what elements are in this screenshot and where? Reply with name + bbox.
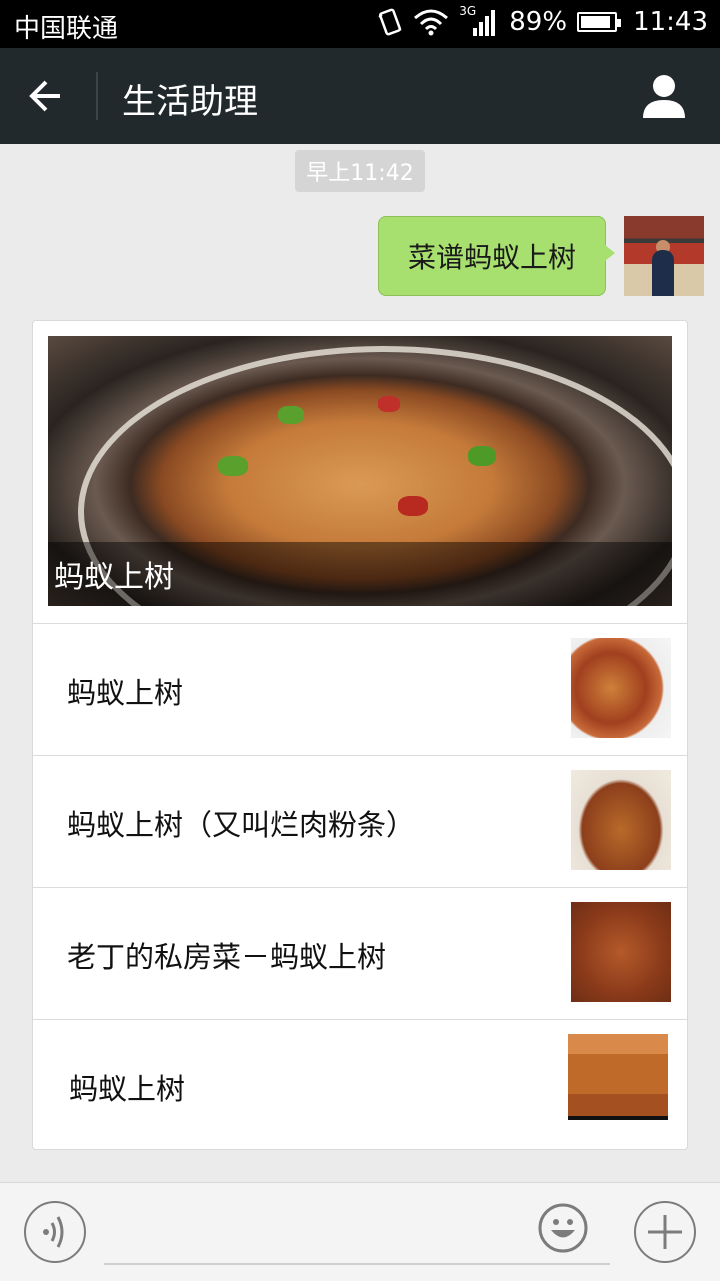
- input-bar: [0, 1182, 720, 1281]
- list-item[interactable]: 老丁的私房菜－蚂蚁上树: [33, 887, 687, 1019]
- recipe-hero-image[interactable]: 蚂蚁上树: [48, 336, 672, 606]
- signal-icon: 3G: [459, 4, 499, 38]
- sent-message-bubble[interactable]: 菜谱蚂蚁上树: [378, 216, 615, 296]
- list-item[interactable]: 蚂蚁上树: [33, 1019, 687, 1151]
- more-button[interactable]: [634, 1201, 696, 1263]
- arrow-left-icon: [29, 80, 60, 112]
- status-icons: 3G 89% 11:43: [377, 4, 708, 38]
- list-item-title: 蚂蚁上树: [69, 1072, 186, 1106]
- header-divider: [96, 72, 98, 120]
- garnish: [278, 406, 304, 424]
- garnish: [398, 496, 428, 516]
- voice-icon: [43, 1216, 64, 1248]
- page-title: 生活助理: [122, 82, 258, 122]
- back-button[interactable]: [24, 76, 72, 116]
- recipe-card: 蚂蚁上树 蚂蚁上树 蚂蚁上树（又叫烂肉粉条） 老丁的私房菜－蚂蚁上树 蚂蚁上树: [32, 320, 688, 1150]
- avatar-body: [652, 250, 674, 296]
- garnish: [468, 446, 496, 466]
- list-item-thumbnail: [568, 1034, 668, 1134]
- list-item-thumbnail: [571, 638, 671, 738]
- garnish: [378, 396, 400, 412]
- battery-percent: 89%: [509, 7, 568, 37]
- list-item[interactable]: 蚂蚁上树: [33, 623, 687, 755]
- profile-button[interactable]: [640, 70, 688, 122]
- list-item[interactable]: 蚂蚁上树（又叫烂肉粉条）: [33, 755, 687, 887]
- voice-button[interactable]: [24, 1201, 86, 1263]
- vibrate-icon: [378, 8, 402, 36]
- avatar[interactable]: [624, 216, 704, 296]
- list-item-title: 老丁的私房菜－蚂蚁上树: [67, 940, 387, 974]
- title-bar: 生活助理: [0, 48, 720, 144]
- list-item-title: 蚂蚁上树: [67, 676, 184, 710]
- person-icon: [643, 75, 685, 118]
- wifi-icon: [414, 9, 449, 36]
- clock: 11:43: [633, 7, 708, 37]
- status-bar: 中国联通 3G 89% 11:43: [0, 0, 720, 48]
- emoji-button[interactable]: [538, 1203, 588, 1253]
- message-timestamp: 早上11:42: [295, 150, 425, 192]
- list-item-thumbnail: [571, 902, 671, 1002]
- carrier-name: 中国联通: [14, 14, 119, 44]
- list-item-thumbnail: [571, 770, 671, 870]
- battery-icon: [577, 12, 622, 32]
- message-input[interactable]: [104, 1263, 610, 1265]
- hero-caption: 蚂蚁上树: [48, 542, 672, 606]
- smiley-icon: [538, 1203, 588, 1253]
- list-item-title: 蚂蚁上树（又叫烂肉粉条）: [67, 808, 416, 842]
- plus-icon: [648, 1215, 682, 1249]
- garnish: [218, 456, 248, 476]
